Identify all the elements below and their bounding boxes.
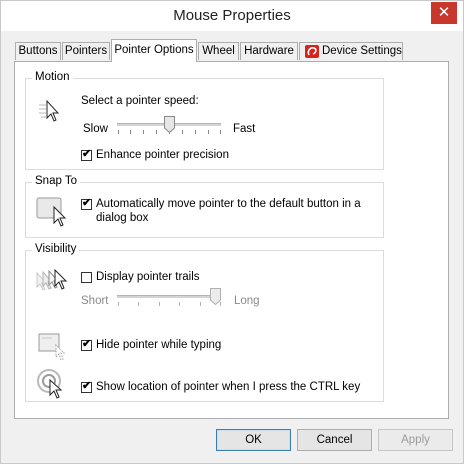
pointer-speed-thumb[interactable] <box>164 116 175 133</box>
hide-pointer-label: Hide pointer while typing <box>96 339 222 351</box>
show-location-label: Show location of pointer when I press th… <box>96 381 361 393</box>
tab-hardware[interactable]: Hardware <box>240 42 298 60</box>
tab-wheel[interactable]: Wheel <box>198 42 239 60</box>
hide-pointer-checkbox[interactable]: ✔ <box>81 338 92 351</box>
slow-label: Slow <box>83 123 108 135</box>
hide-pointer-icon <box>38 333 66 361</box>
tab-device-settings[interactable]: Device Settings <box>299 42 403 60</box>
pointer-trails-slider[interactable] <box>117 288 223 310</box>
pointer-trails-checkbox[interactable] <box>81 272 92 283</box>
fast-label: Fast <box>233 123 256 135</box>
check-icon: ✔ <box>82 197 92 209</box>
device-logo-icon <box>305 45 319 58</box>
snap-to-icon <box>36 197 67 227</box>
snap-to-group: Snap To ✔ Automatically move pointer to … <box>25 175 384 238</box>
snap-to-group-title: Snap To <box>32 175 80 187</box>
snap-to-label-line1: Automatically move pointer to the defaul… <box>96 198 361 210</box>
pointer-trails-icon <box>36 269 68 291</box>
check-icon: ✔ <box>82 380 92 392</box>
visibility-group-title: Visibility <box>32 243 80 255</box>
motion-group: Motion Select a pointer speed: Slow Fast <box>25 71 384 170</box>
ok-button[interactable]: OK <box>216 429 291 451</box>
pointer-options-panel: Motion Select a pointer speed: Slow Fast <box>14 61 449 419</box>
snap-to-label-line2: dialog box <box>96 212 149 224</box>
show-location-checkbox[interactable]: ✔ <box>81 380 92 393</box>
window-title: Mouse Properties <box>173 7 291 24</box>
pointer-speed-slider[interactable] <box>117 116 223 138</box>
visibility-group: Visibility Display pointer trails Short … <box>25 243 384 402</box>
pointer-trails-thumb[interactable] <box>210 288 221 305</box>
pointer-trails-label: Display pointer trails <box>96 271 200 283</box>
show-location-icon <box>37 369 63 399</box>
enhance-precision-checkbox[interactable]: ✔ <box>81 148 92 161</box>
close-button[interactable]: ✕ <box>431 2 457 24</box>
long-label: Long <box>234 295 260 307</box>
short-label: Short <box>81 295 109 307</box>
apply-button[interactable]: Apply <box>378 429 453 451</box>
tab-pointers[interactable]: Pointers <box>62 42 110 60</box>
snap-to-checkbox[interactable]: ✔ <box>81 197 92 210</box>
tab-pointer-options[interactable]: Pointer Options <box>111 39 197 62</box>
title-bar: Mouse Properties ✕ <box>1 1 463 31</box>
check-icon: ✔ <box>82 338 92 350</box>
enhance-precision-label: Enhance pointer precision <box>96 149 229 161</box>
pointer-speed-icon <box>39 99 60 122</box>
check-icon: ✔ <box>82 148 92 160</box>
motion-group-title: Motion <box>32 71 73 83</box>
mouse-properties-window: Mouse Properties ✕ Buttons Pointers Poin… <box>0 0 464 464</box>
cancel-button[interactable]: Cancel <box>297 429 372 451</box>
tab-device-settings-label: Device Settings <box>322 45 402 57</box>
tab-buttons[interactable]: Buttons <box>15 42 61 60</box>
close-icon: ✕ <box>437 4 451 21</box>
pointer-speed-label: Select a pointer speed: <box>81 95 199 107</box>
